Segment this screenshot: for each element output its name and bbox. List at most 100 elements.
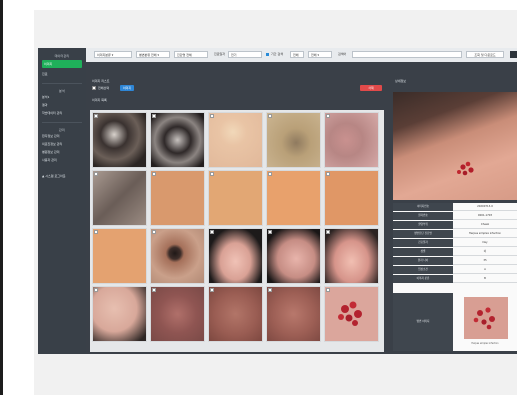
tile-checkbox[interactable] [94,172,98,176]
search-input[interactable] [352,51,462,58]
image-tile[interactable] [208,170,263,226]
diagnosis-select-value: 진단명 전체 [177,53,192,57]
image-tile[interactable] [92,228,147,284]
sidebar-section-data: 데이터관리 [54,54,70,58]
diagnosis-select[interactable]: 진단명 전체 [174,51,208,58]
image-tile[interactable] [92,170,147,226]
detail-row: 환자번호 0001-1703 [393,212,517,220]
period-checkbox[interactable] [266,53,269,56]
tile-checkbox[interactable] [152,288,156,292]
tile-checkbox[interactable] [210,114,214,118]
detail-key: 촬영부위 [393,221,453,229]
tile-checkbox[interactable] [268,230,272,234]
date-input[interactable]: 전기 [228,51,262,58]
tile-checkbox[interactable] [268,114,272,118]
image-tile[interactable] [266,112,321,168]
app-window: 데이터관리 이미지 진료 분석 분석1 결과 학습데이터 관리 관리 환자정보 … [38,48,517,354]
lesion-select[interactable]: 병변분류 전체 ▾ [136,51,170,58]
search-label: 검색어 [338,52,347,56]
tile-checkbox[interactable] [152,230,156,234]
image-tile[interactable] [324,170,379,226]
lesion-cluster-graphic [338,301,362,326]
tile-checkbox[interactable] [210,230,214,234]
toolbar-extra-button[interactable] [510,51,517,58]
select-all-checkbox[interactable] [92,86,96,90]
detail-key: 환자번호 [393,212,453,220]
tile-checkbox[interactable] [268,288,272,292]
tile-checkbox[interactable] [326,230,330,234]
image-tile[interactable] [324,286,379,342]
sidebar-item-doctors[interactable]: 의료진정보 관리 [38,140,86,148]
filter-select-4[interactable]: 전체 [290,51,304,58]
lesion-select-value: 병변분류 전체 [139,53,157,57]
detail-value: A [484,268,486,271]
detail-table: 이미지번호 20200713-0 환자번호 0001-1703 촬영부위 Cheek … [393,203,517,351]
image-tile[interactable] [92,286,147,342]
image-tile[interactable] [208,286,263,342]
detail-key: 병변진단 진단명 [393,230,453,238]
detail-key: 병변 이미지 [393,293,453,351]
detail-key: 임상소견 [393,266,453,274]
sidebar-item-patients[interactable]: 환자정보 관리 [38,132,86,140]
logout-label: 시스템 로그아웃 [45,174,66,178]
image-tile[interactable] [150,112,205,168]
tile-checkbox[interactable] [326,114,330,118]
tile-checkbox[interactable] [326,172,330,176]
detail-value: 0001-1703 [477,214,493,217]
image-tile[interactable] [150,170,205,226]
category-select[interactable]: 이미지분류 ▾ [94,51,132,58]
image-tile[interactable] [150,228,205,284]
select-all-label: 전체선택 [98,86,110,90]
sidebar: 데이터관리 이미지 진료 분석 분석1 결과 학습데이터 관리 관리 환자정보 … [38,48,86,354]
lesion-thumbnail[interactable] [464,297,508,339]
sidebar-item-training[interactable]: 학습데이터 관리 [38,109,86,117]
tile-checkbox[interactable] [268,172,272,176]
image-tile[interactable] [324,112,379,168]
filter-select-5[interactable]: 전체 ▾ [308,51,332,58]
detail-row: 이미지 분류 B [393,275,517,283]
image-tile[interactable] [208,112,263,168]
sidebar-item-analysis1[interactable]: 분석1 [38,93,86,101]
detail-key: 진료일자 [393,239,453,247]
preview-image[interactable] [393,92,517,200]
image-tile[interactable] [266,286,321,342]
image-tile[interactable] [208,228,263,284]
tile-checkbox[interactable] [152,172,156,176]
tile-checkbox[interactable] [210,172,214,176]
delete-button[interactable]: 삭제 [360,85,382,91]
detail-thumb-row: 병변 이미지 Herpes simplex infection [393,293,517,351]
image-tile[interactable] [92,112,147,168]
thumbnail-caption: Herpes simplex infection [471,342,499,345]
detail-row: 성별 여 [393,248,517,256]
detail-key: 이미지 분류 [393,275,453,283]
image-tile[interactable] [324,228,379,284]
sidebar-item-users[interactable]: 사용자 관리 [38,156,86,164]
tile-checkbox[interactable] [94,288,98,292]
detail-value: Cheek [480,223,490,226]
detail-key: 이미지번호 [393,203,453,211]
grid-subtitle: 이미지 목록 [92,98,107,102]
image-tile[interactable] [266,228,321,284]
tile-checkbox[interactable] [94,230,98,234]
logout-link[interactable]: ▲ 시스템 로그아웃 [38,172,86,180]
tile-checkbox[interactable] [152,114,156,118]
detail-value: Herpes simplex infection [468,232,502,235]
image-tile[interactable] [266,170,321,226]
detail-key: 환자 나이 [393,257,453,265]
detail-row: 이미지번호 20200713-0 [393,203,517,211]
image-tile[interactable] [150,286,205,342]
thumbnail-lesion-graphic [473,307,495,330]
search-button[interactable]: 조회 및 다운로드 [466,51,504,58]
sidebar-item-clinic[interactable]: 진료 [38,70,86,78]
window-edge [0,0,3,395]
detail-key: 성별 [393,248,453,256]
period-label: 기간 검색 [271,52,283,56]
sidebar-item-result[interactable]: 결과 [38,101,86,109]
sidebar-item-hospitals[interactable]: 병원정보 관리 [38,148,86,156]
sidebar-item-images[interactable]: 이미지 [42,60,82,68]
image-action-button[interactable]: 이미지 [120,85,134,91]
detail-value: Day [482,241,488,244]
detail-row: 환자 나이 35 [393,257,517,265]
tile-checkbox[interactable] [94,114,98,118]
tile-checkbox[interactable] [210,288,214,292]
